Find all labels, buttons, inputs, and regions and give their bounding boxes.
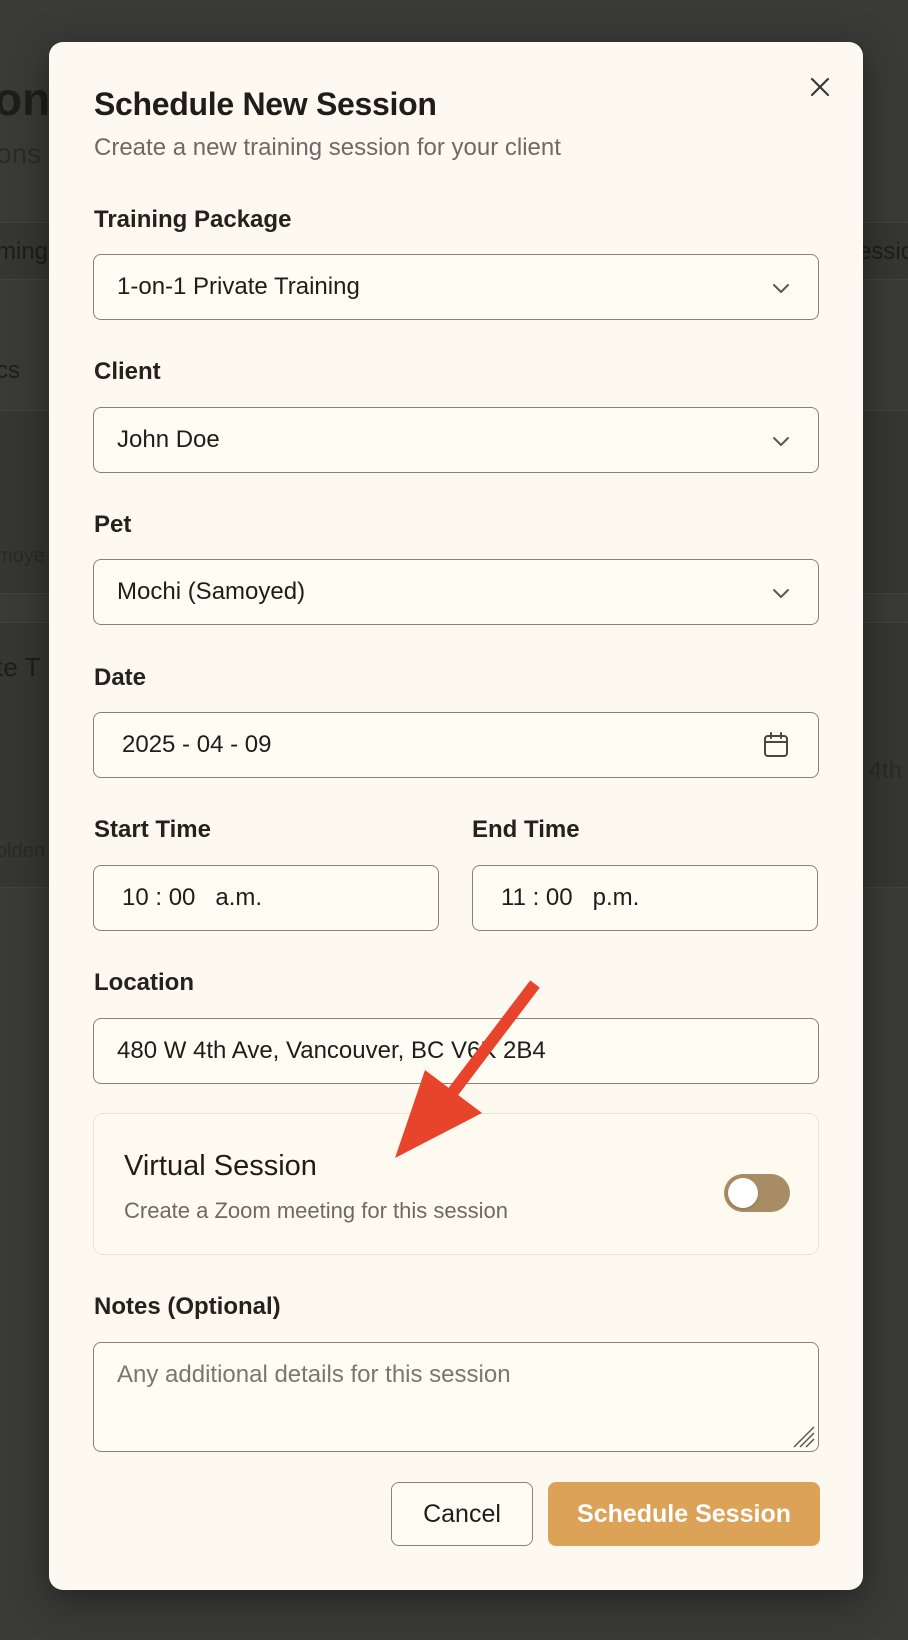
background-card-title: te T [0,652,41,682]
end-time-input[interactable]: 11 : 00 p.m. [472,865,818,931]
toggle-knob [728,1178,758,1208]
start-time-value: 10 : 00 a.m. [122,884,263,911]
background-card-text: moye [0,545,45,567]
virtual-session-toggle[interactable] [724,1174,790,1212]
modal-title: Schedule New Session [94,86,437,122]
background-card-text: 4th [868,757,902,784]
chevron-down-icon [773,589,789,598]
background-tab-right: essio [857,238,908,265]
pet-label: Pet [94,511,132,538]
location-input[interactable]: 480 W 4th Ave, Vancouver, BC V6K 2B4 [93,1018,819,1084]
chevron-down-icon [773,437,789,446]
date-label: Date [94,664,147,691]
training-package-value: 1-on-1 Private Training [117,273,360,300]
notes-placeholder: Any additional details for this session [117,1361,511,1388]
notes-textarea[interactable]: Any additional details for this session [93,1342,819,1452]
notes-label: Notes (Optional) [94,1293,281,1320]
start-time-label: Start Time [94,816,211,843]
background-tab-left: ming [0,238,49,265]
start-time-input[interactable]: 10 : 00 a.m. [93,865,439,931]
training-package-label: Training Package [94,206,292,233]
background-page-title: on [0,73,51,125]
background-filter-label: cs [0,357,20,384]
close-button[interactable] [805,72,835,102]
resize-handle-icon[interactable] [790,1423,816,1449]
end-time-value: 11 : 00 p.m. [501,884,640,911]
close-icon [810,77,830,97]
virtual-session-panel: Virtual Session Create a Zoom meeting fo… [93,1113,819,1255]
date-value: 2025 - 04 - 09 [122,731,272,758]
background-card-text: olden [0,840,45,862]
modal-subtitle: Create a new training session for your c… [94,134,561,161]
end-time-label: End Time [472,816,580,843]
calendar-icon[interactable] [762,731,790,759]
client-value: John Doe [117,426,220,453]
training-package-select[interactable]: 1-on-1 Private Training [93,254,819,320]
cancel-button[interactable]: Cancel [391,1482,533,1546]
background-page-subtitle: ons [0,138,42,169]
client-select[interactable]: John Doe [93,407,819,473]
pet-value: Mochi (Samoyed) [117,578,306,605]
location-label: Location [94,969,194,996]
location-value: 480 W 4th Ave, Vancouver, BC V6K 2B4 [117,1037,546,1064]
client-label: Client [94,358,161,385]
virtual-session-description: Create a Zoom meeting for this session [124,1198,508,1223]
schedule-session-modal: Schedule New Session Create a new traini… [49,42,863,1590]
date-input[interactable]: 2025 - 04 - 09 [93,712,819,778]
schedule-session-button[interactable]: Schedule Session [548,1482,820,1546]
virtual-session-title: Virtual Session [124,1150,317,1182]
pet-select[interactable]: Mochi (Samoyed) [93,559,819,625]
chevron-down-icon [773,284,789,293]
